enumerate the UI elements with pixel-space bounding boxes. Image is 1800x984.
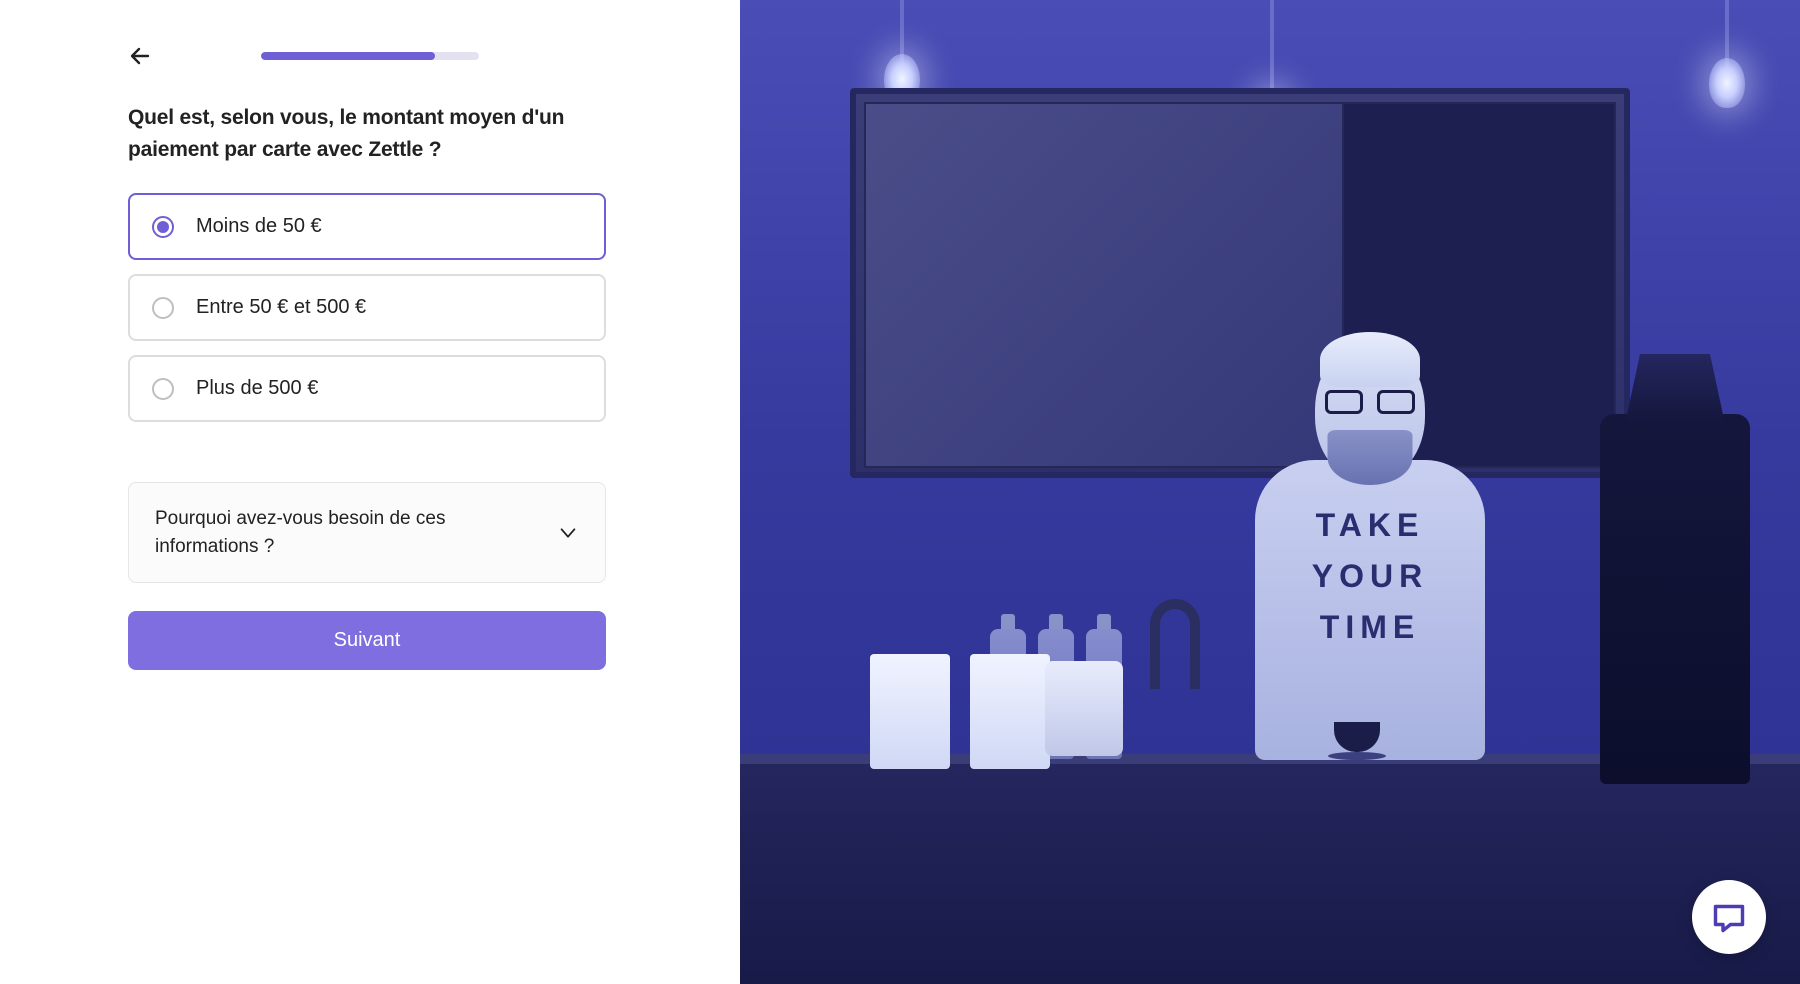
shirt-line: TIME — [1312, 602, 1428, 653]
next-button[interactable]: Suivant — [128, 611, 606, 670]
content-area: Quel est, selon vous, le montant moyen d… — [128, 102, 606, 670]
radio-option-50-to-500[interactable]: Entre 50 € et 500 € — [128, 274, 606, 341]
coffee-grinder-illustration — [1600, 414, 1750, 784]
radio-label: Entre 50 € et 500 € — [196, 296, 366, 319]
coffee-bag-illustration — [870, 654, 950, 769]
progress-fill — [261, 52, 435, 60]
shirt-text: TAKE YOUR TIME — [1312, 500, 1428, 654]
chevron-down-icon — [557, 522, 579, 544]
hero-illustration: TAKE YOUR TIME — [740, 0, 1800, 984]
payment-terminal-illustration — [1045, 661, 1123, 756]
question-title: Quel est, selon vous, le montant moyen d… — [128, 102, 606, 165]
light-bulb-icon — [900, 0, 904, 76]
progress-container — [0, 52, 740, 60]
chat-icon — [1711, 899, 1747, 935]
shelf-illustration — [1356, 283, 1606, 287]
radio-option-more-than-500[interactable]: Plus de 500 € — [128, 355, 606, 422]
form-panel: Quel est, selon vous, le montant moyen d… — [0, 0, 740, 984]
shirt-line: YOUR — [1312, 551, 1428, 602]
radio-label: Plus de 500 € — [196, 377, 318, 400]
light-bulb-icon — [1725, 0, 1729, 80]
radio-group: Moins de 50 € Entre 50 € et 500 € Plus d… — [128, 193, 606, 422]
progress-bar — [261, 52, 479, 60]
radio-indicator — [152, 378, 174, 400]
back-button[interactable] — [128, 44, 152, 68]
arrow-left-icon — [128, 44, 152, 68]
hero-panel: TAKE YOUR TIME — [740, 0, 1800, 984]
chat-button[interactable] — [1692, 880, 1766, 954]
radio-indicator — [152, 216, 174, 238]
radio-label: Moins de 50 € — [196, 215, 322, 238]
info-accordion[interactable]: Pourquoi avez-vous besoin de ces informa… — [128, 482, 606, 583]
faucet-illustration — [1120, 599, 1190, 749]
radio-option-less-than-50[interactable]: Moins de 50 € — [128, 193, 606, 260]
info-accordion-label: Pourquoi avez-vous besoin de ces informa… — [155, 505, 515, 560]
coffee-bag-illustration — [970, 654, 1050, 769]
shirt-line: TAKE — [1312, 500, 1428, 551]
radio-indicator — [152, 297, 174, 319]
